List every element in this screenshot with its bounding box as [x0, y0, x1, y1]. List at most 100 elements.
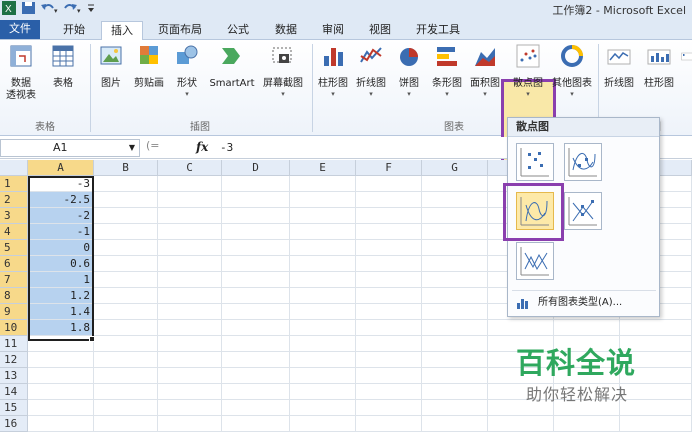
tab-insert[interactable]: 插入 — [101, 21, 143, 41]
row-header[interactable]: 12 — [0, 352, 28, 368]
grid-cell[interactable] — [158, 272, 222, 288]
grid-cell[interactable] — [488, 416, 554, 432]
grid-cell[interactable] — [94, 176, 158, 192]
grid-cell[interactable] — [422, 384, 488, 400]
grid-cell[interactable] — [422, 416, 488, 432]
grid-cell[interactable] — [94, 352, 158, 368]
grid-cell[interactable] — [158, 384, 222, 400]
grid-cell[interactable] — [94, 272, 158, 288]
grid-cell[interactable] — [554, 416, 620, 432]
grid-cell[interactable] — [422, 336, 488, 352]
grid-cell[interactable] — [94, 320, 158, 336]
smartart-button[interactable]: SmartArt — [206, 44, 258, 90]
column-header-b[interactable]: B — [94, 160, 158, 176]
scatter-smooth-markers-option[interactable] — [564, 143, 602, 181]
column-chart-button[interactable]: 柱形图 ▾ — [314, 44, 352, 98]
grid-cell[interactable] — [356, 208, 422, 224]
column-header-d[interactable]: D — [222, 160, 290, 176]
bar-chart-button[interactable]: 条形图 ▾ — [428, 44, 466, 98]
scatter-straight-lines-option[interactable] — [516, 242, 554, 280]
grid-cell[interactable] — [422, 400, 488, 416]
grid-cell[interactable] — [356, 288, 422, 304]
column-header-g[interactable]: G — [422, 160, 488, 176]
other-charts-button[interactable]: 其他图表 ▾ — [550, 44, 594, 98]
grid-cell[interactable] — [94, 336, 158, 352]
redo-icon[interactable]: ▾ — [62, 1, 82, 15]
grid-cell[interactable] — [222, 368, 290, 384]
grid-cell[interactable] — [222, 224, 290, 240]
grid-cell[interactable] — [422, 224, 488, 240]
grid-cell[interactable] — [290, 400, 356, 416]
grid-cell[interactable]: 1.8 — [28, 320, 94, 336]
picture-button[interactable]: 图片 — [92, 44, 130, 90]
grid-cell[interactable] — [356, 240, 422, 256]
grid-cell[interactable]: 1.4 — [28, 304, 94, 320]
grid-cell[interactable] — [222, 208, 290, 224]
row-header[interactable]: 1 — [0, 176, 28, 192]
tab-file[interactable]: 文件 — [0, 20, 40, 39]
grid-cell[interactable] — [158, 240, 222, 256]
customize-toolbar-icon[interactable] — [86, 1, 96, 15]
grid-cell[interactable] — [222, 272, 290, 288]
grid-cell[interactable] — [158, 256, 222, 272]
grid-cell[interactable] — [290, 208, 356, 224]
grid-cell[interactable] — [290, 304, 356, 320]
grid-cell[interactable] — [222, 176, 290, 192]
row-header[interactable]: 6 — [0, 256, 28, 272]
pivot-table-button[interactable]: 数据 透视表 — [2, 44, 40, 102]
grid-cell[interactable] — [222, 288, 290, 304]
grid-cell[interactable] — [356, 400, 422, 416]
insert-function-icon[interactable]: fx — [196, 140, 208, 154]
grid-cell[interactable] — [620, 416, 692, 432]
grid-cell[interactable] — [422, 192, 488, 208]
grid-cell[interactable] — [158, 368, 222, 384]
tab-data[interactable]: 数据 — [266, 21, 306, 40]
grid-cell[interactable] — [28, 400, 94, 416]
undo-icon[interactable]: ▾ — [40, 1, 60, 15]
grid-cell[interactable] — [222, 384, 290, 400]
grid-cell[interactable] — [290, 320, 356, 336]
grid-cell[interactable] — [94, 240, 158, 256]
grid-cell[interactable] — [158, 224, 222, 240]
grid-cell[interactable] — [356, 368, 422, 384]
grid-cell[interactable] — [290, 384, 356, 400]
tab-review[interactable]: 审阅 — [313, 21, 353, 40]
row-header[interactable]: 16 — [0, 416, 28, 432]
tab-developer[interactable]: 开发工具 — [410, 21, 466, 40]
grid-cell[interactable] — [356, 320, 422, 336]
grid-cell[interactable] — [290, 416, 356, 432]
grid-cell[interactable] — [356, 256, 422, 272]
grid-cell[interactable] — [422, 368, 488, 384]
grid-cell[interactable] — [158, 176, 222, 192]
grid-cell[interactable] — [422, 304, 488, 320]
grid-cell[interactable] — [222, 336, 290, 352]
row-header[interactable]: 3 — [0, 208, 28, 224]
scatter-chart-button[interactable]: 散点图 ▾ — [509, 44, 547, 98]
grid-cell[interactable] — [222, 416, 290, 432]
screenshot-button[interactable]: 屏幕截图 ▾ — [258, 44, 308, 98]
grid-cell[interactable] — [422, 272, 488, 288]
tab-formulas[interactable]: 公式 — [218, 21, 258, 40]
grid-cell[interactable] — [222, 192, 290, 208]
grid-cell[interactable]: -1 — [28, 224, 94, 240]
grid-cell[interactable] — [422, 256, 488, 272]
table-button[interactable]: 表格 — [44, 44, 82, 90]
grid-cell[interactable] — [158, 288, 222, 304]
grid-cell[interactable] — [290, 336, 356, 352]
grid-cell[interactable]: -2.5 — [28, 192, 94, 208]
all-chart-types-item[interactable]: 所有图表类型(A)... — [514, 294, 654, 312]
grid-cell[interactable] — [356, 384, 422, 400]
grid-cell[interactable] — [422, 288, 488, 304]
grid-cell[interactable] — [620, 400, 692, 416]
row-header[interactable]: 15 — [0, 400, 28, 416]
grid-cell[interactable] — [158, 208, 222, 224]
shapes-button[interactable]: 形状 ▾ — [168, 44, 206, 98]
grid-cell[interactable] — [158, 400, 222, 416]
grid-cell[interactable] — [290, 224, 356, 240]
clipart-button[interactable]: 剪贴画 — [130, 44, 168, 90]
row-header[interactable]: 4 — [0, 224, 28, 240]
grid-cell[interactable] — [356, 224, 422, 240]
column-header-a[interactable]: A — [28, 160, 94, 176]
grid-cell[interactable] — [94, 288, 158, 304]
row-header[interactable]: 13 — [0, 368, 28, 384]
